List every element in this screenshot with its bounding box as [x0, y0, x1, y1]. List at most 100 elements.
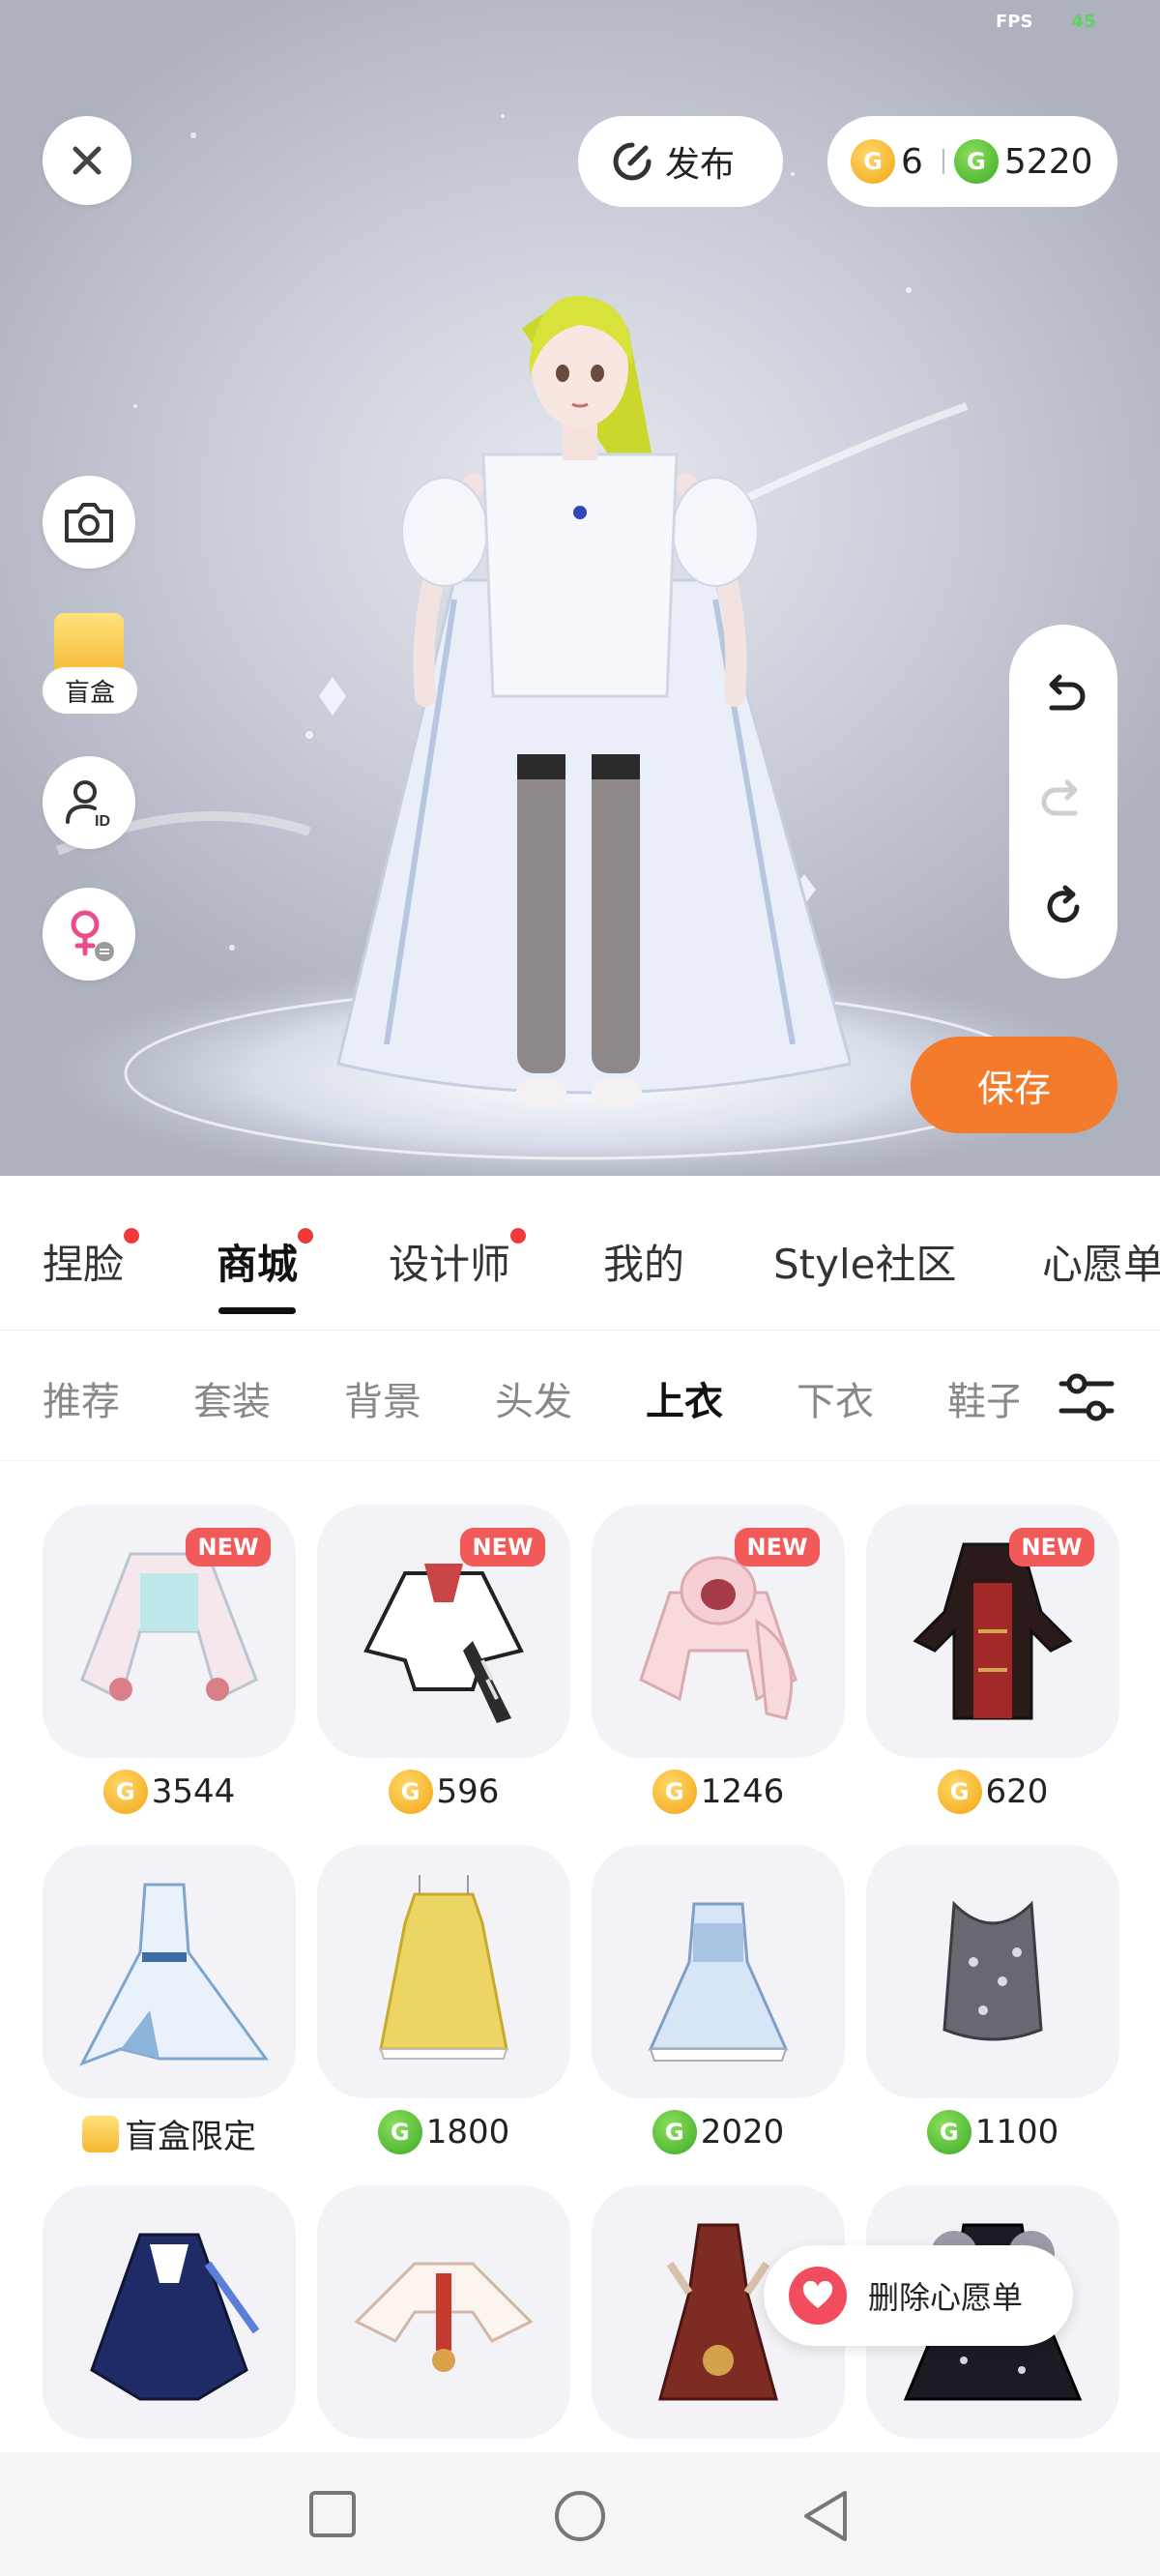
price-value: 1246: [700, 1772, 785, 1811]
item-tile[interactable]: [592, 1845, 845, 2098]
green-coin-icon: G: [926, 2110, 972, 2154]
category-bottoms[interactable]: 下衣: [797, 1370, 874, 1426]
redo-icon[interactable]: [1038, 776, 1088, 827]
fps-label: FPS: [996, 12, 1033, 32]
camera-icon: [65, 503, 113, 542]
gender-switch-button[interactable]: [43, 888, 135, 981]
gold-coin-icon: G: [102, 1770, 148, 1814]
green-coin-icon: G: [377, 2110, 422, 2154]
tab-face-edit[interactable]: 捏脸: [43, 1228, 140, 1291]
category-hair[interactable]: 头发: [495, 1370, 572, 1426]
back-icon[interactable]: [800, 2489, 851, 2543]
item-tile[interactable]: [317, 1845, 570, 2098]
category-tops[interactable]: 上衣: [646, 1370, 723, 1426]
tab-wishlist[interactable]: 心愿单: [1042, 1232, 1160, 1291]
filter-icon[interactable]: [1058, 1370, 1116, 1424]
remove-wishlist-button[interactable]: 删除心愿单: [764, 2245, 1073, 2346]
remove-wishlist-label: 删除心愿单: [868, 2279, 1024, 2316]
female-gender-icon: [71, 910, 114, 961]
notification-dot: [124, 1228, 140, 1244]
item-tile[interactable]: [43, 2185, 296, 2439]
item-tile[interactable]: NEW: [592, 1505, 845, 1758]
publish-button[interactable]: 发布: [578, 116, 783, 207]
fps-counter: FPS 45: [996, 12, 1096, 32]
gold-coin-icon: G: [851, 139, 895, 184]
tab-designer[interactable]: 设计师: [389, 1228, 527, 1291]
price-value: 3544: [151, 1772, 236, 1811]
clothing-thumbnail: [648, 1902, 789, 2062]
save-button[interactable]: 保存: [911, 1037, 1117, 1133]
clothing-thumbnail: [354, 2262, 534, 2372]
heart-icon: [789, 2267, 847, 2325]
item-tile[interactable]: NEW: [866, 1505, 1119, 1758]
item-tile[interactable]: [317, 2185, 570, 2439]
undo-icon[interactable]: [1038, 671, 1088, 721]
new-badge: NEW: [186, 1528, 271, 1566]
gold-coin-count: 6: [901, 141, 923, 182]
clothing-thumbnail: [942, 1900, 1043, 2041]
notification-dot: [298, 1228, 314, 1244]
recent-apps-icon[interactable]: [307, 2489, 358, 2539]
gold-coin-icon: G: [937, 1770, 982, 1814]
new-badge: NEW: [1009, 1528, 1094, 1566]
category-recommend[interactable]: 推荐: [43, 1370, 120, 1426]
fps-value: 45: [1071, 12, 1096, 32]
category-sets[interactable]: 套装: [193, 1370, 271, 1426]
system-navigation-bar: [0, 2452, 1160, 2576]
camera-button[interactable]: [43, 476, 135, 569]
avatar-id-button[interactable]: ID: [43, 756, 135, 849]
green-coin-icon: G: [652, 2110, 697, 2154]
tab-label: 设计师: [389, 1241, 511, 1288]
item-price: G 1246: [592, 1770, 845, 1814]
item-tile[interactable]: NEW: [317, 1505, 570, 1758]
tab-mine[interactable]: 我的: [603, 1232, 684, 1291]
item-price: G 2020: [592, 2110, 845, 2154]
price-value: 1100: [974, 2113, 1059, 2152]
gold-coin-icon: G: [388, 1770, 433, 1814]
publish-label: 发布: [665, 145, 736, 185]
tab-label: 我的: [603, 1241, 685, 1288]
price-value: 620: [985, 1772, 1049, 1811]
item-tile[interactable]: [866, 1845, 1119, 2098]
user-id-icon: ID: [66, 780, 110, 830]
green-coin-icon: G: [953, 139, 999, 184]
tab-label: Style社区: [773, 1241, 957, 1288]
close-icon: [72, 146, 102, 175]
clothing-thumbnail: [379, 1875, 508, 2060]
blindbox-button[interactable]: 盲盒: [43, 613, 137, 719]
price-value: 1800: [425, 2113, 510, 2152]
item-tile[interactable]: [43, 1845, 296, 2098]
price-value: 盲盒限定: [125, 2118, 256, 2156]
blindbox-small-icon: [82, 2115, 119, 2152]
item-price: G 1800: [317, 2110, 570, 2154]
active-tab-indicator: [218, 1307, 296, 1314]
avatar-model[interactable]: [309, 290, 851, 1122]
main-tabs: 捏脸 商城 设计师 我的 Style社区 心愿单: [0, 1176, 1160, 1331]
category-background[interactable]: 背景: [344, 1370, 421, 1426]
item-price: G 1100: [866, 2110, 1119, 2154]
close-button[interactable]: [43, 116, 131, 205]
item-price: G 596: [317, 1770, 570, 1814]
tab-style-community[interactable]: Style社区: [773, 1232, 957, 1291]
tab-shop[interactable]: 商城: [217, 1228, 314, 1291]
new-badge: NEW: [735, 1528, 820, 1566]
notification-dot: [510, 1228, 527, 1244]
blindbox-label: 盲盒: [43, 667, 137, 714]
green-coin-count: 5220: [1003, 141, 1093, 182]
category-tabs: 推荐 套装 背景 头发 上衣 下衣 鞋子: [0, 1332, 1160, 1461]
item-price: G 620: [866, 1770, 1119, 1814]
home-icon[interactable]: [553, 2489, 607, 2543]
item-tile[interactable]: NEW: [43, 1505, 296, 1758]
currency-balance[interactable]: G 6 G 5220: [827, 116, 1117, 207]
clothing-thumbnail: [78, 1883, 269, 2066]
currency-divider: [942, 149, 944, 174]
edit-history-panel: [1009, 625, 1117, 979]
avatar-stage[interactable]: FPS 45 发布 G 6 G 5220 盲盒 ID 保存: [0, 0, 1160, 1176]
gold-coin-icon: G: [652, 1770, 697, 1814]
category-shoes[interactable]: 鞋子: [947, 1370, 1019, 1426]
clothing-thumbnail: [90, 2233, 260, 2401]
item-price: 盲盒限定: [43, 2110, 296, 2157]
tab-label: 捏脸: [43, 1241, 125, 1288]
price-value: 596: [436, 1772, 500, 1811]
reset-icon[interactable]: [1038, 882, 1088, 932]
